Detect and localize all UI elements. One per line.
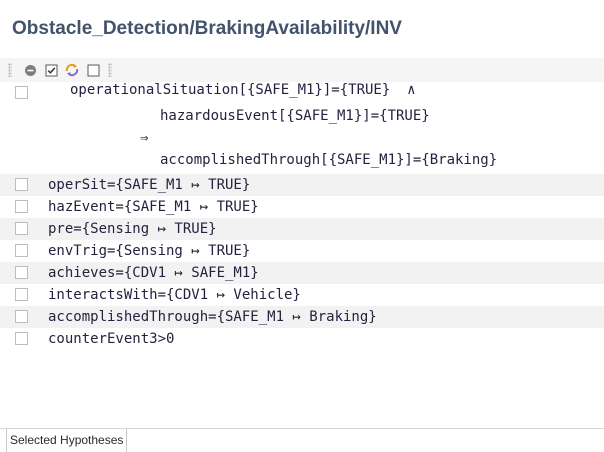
toolbar	[0, 58, 604, 82]
list-item: achieves={CDV1 ↦ SAFE_M1}	[0, 262, 604, 284]
goal-checkbox[interactable]	[15, 86, 28, 99]
hypothesis-checkbox[interactable]	[15, 178, 28, 191]
goal-line-2: hazardousEvent[{SAFE_M1}]={TRUE}	[160, 108, 430, 124]
hypothesis-text: pre={Sensing ↦ TRUE}	[48, 221, 217, 237]
list-item: envTrig={Sensing ↦ TRUE}	[0, 240, 604, 262]
hypotheses-list: operationalSituation[{SAFE_M1}]={TRUE} ∧…	[0, 82, 604, 350]
empty-box-icon[interactable]	[85, 62, 101, 78]
list-item: pre={Sensing ↦ TRUE}	[0, 218, 604, 240]
hypothesis-checkbox[interactable]	[15, 332, 28, 345]
hypothesis-text: hazEvent={SAFE_M1 ↦ TRUE}	[48, 199, 259, 215]
hypothesis-text: counterEvent3>0	[48, 331, 175, 347]
panel-title: Obstacle_Detection/BrakingAvailability/I…	[12, 18, 402, 39]
hypothesis-checkbox[interactable]	[15, 310, 28, 323]
hypothesis-checkbox[interactable]	[15, 222, 28, 235]
list-item: operSit={SAFE_M1 ↦ TRUE}	[0, 174, 604, 196]
selected-hypotheses-panel: Obstacle_Detection/BrakingAvailability/I…	[0, 0, 604, 452]
view-tab-bar: Selected Hypotheses	[0, 428, 604, 452]
list-item: accomplishedThrough={SAFE_M1 ↦ Braking}	[0, 306, 604, 328]
list-item: hazEvent={SAFE_M1 ↦ TRUE}	[0, 196, 604, 218]
remove-icon[interactable]	[22, 62, 38, 78]
hypothesis-text: achieves={CDV1 ↦ SAFE_M1}	[48, 265, 259, 281]
toolbar-separator	[108, 63, 112, 77]
hypothesis-text: operSit={SAFE_M1 ↦ TRUE}	[48, 177, 251, 193]
refresh-icon[interactable]	[64, 62, 80, 78]
hypothesis-checkbox[interactable]	[15, 266, 28, 279]
hypothesis-checkbox[interactable]	[15, 200, 28, 213]
goal-line-3: accomplishedThrough[{SAFE_M1}]={Braking}	[160, 152, 498, 168]
toolbar-grip[interactable]	[8, 63, 12, 77]
tab-selected-hypotheses[interactable]: Selected Hypotheses	[6, 429, 128, 452]
hypothesis-text: accomplishedThrough={SAFE_M1 ↦ Braking}	[48, 309, 377, 325]
goal-line-1: operationalSituation[{SAFE_M1}]={TRUE} ∧	[70, 82, 416, 98]
list-item: interactsWith={CDV1 ↦ Vehicle}	[0, 284, 604, 306]
hypothesis-checkbox[interactable]	[15, 288, 28, 301]
checked-box-icon[interactable]	[43, 62, 59, 78]
goal-predicate-row: operationalSituation[{SAFE_M1}]={TRUE} ∧…	[0, 82, 604, 174]
implies-symbol: ⇒	[140, 130, 149, 146]
hypothesis-checkbox[interactable]	[15, 244, 28, 257]
hypothesis-text: envTrig={Sensing ↦ TRUE}	[48, 243, 251, 259]
list-item: counterEvent3>0	[0, 328, 604, 350]
hypothesis-text: interactsWith={CDV1 ↦ Vehicle}	[48, 287, 301, 303]
